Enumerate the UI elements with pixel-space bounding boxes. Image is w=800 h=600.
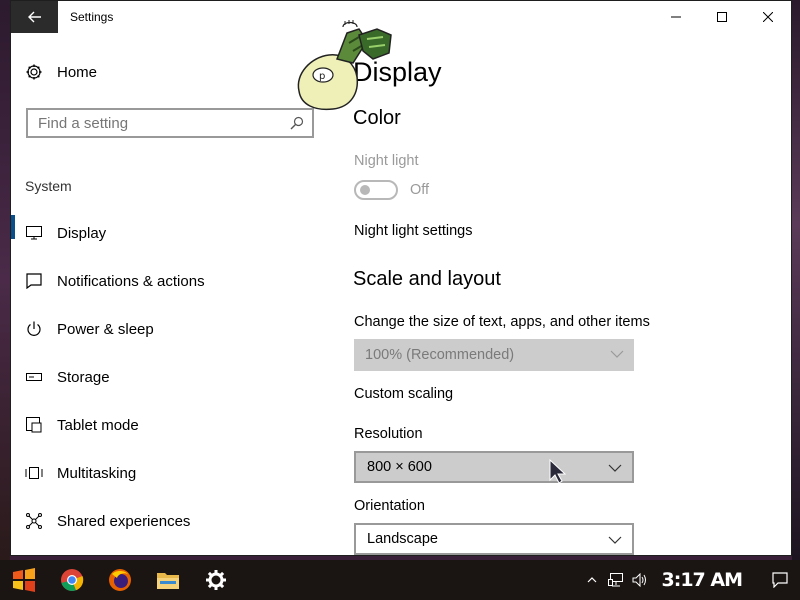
shared-experiences-icon <box>25 512 43 530</box>
main-content: Display Color Night light Off Night ligh… <box>353 33 783 555</box>
chevron-down-icon <box>610 350 624 358</box>
sidebar-item-label: Notifications & actions <box>57 272 205 290</box>
section-label-system: System <box>25 178 72 194</box>
home-link[interactable]: Home <box>25 63 97 81</box>
sidebar: Home System Display <box>11 33 327 555</box>
show-hidden-icons-button[interactable] <box>580 560 604 600</box>
night-light-settings-link[interactable]: Night light settings <box>354 223 472 239</box>
sidebar-item-label: Tablet mode <box>57 416 139 434</box>
window-controls <box>653 1 791 33</box>
minimize-button[interactable] <box>653 1 699 33</box>
action-center-button[interactable] <box>760 560 800 600</box>
close-button[interactable] <box>745 1 791 33</box>
mascot-sticker: p <box>297 20 392 111</box>
back-arrow-icon <box>27 11 41 23</box>
settings-taskbar-button[interactable] <box>192 560 240 600</box>
scale-layout-heading: Scale and layout <box>353 268 501 290</box>
file-explorer-taskbar-button[interactable] <box>144 560 192 600</box>
night-light-toggle-row: Off <box>354 180 429 200</box>
chevron-up-icon <box>587 577 596 583</box>
toggle-knob <box>360 185 370 195</box>
home-label: Home <box>57 63 98 81</box>
orientation-label: Orientation <box>354 498 425 514</box>
chrome-taskbar-button[interactable] <box>48 560 96 600</box>
tablet-icon <box>25 416 43 434</box>
chrome-icon <box>61 569 84 592</box>
chevron-down-icon <box>608 536 622 544</box>
sidebar-item-notifications[interactable]: Notifications & actions <box>11 257 327 305</box>
sidebar-item-shared-experiences[interactable]: Shared experiences <box>11 497 327 545</box>
start-icon <box>13 568 35 592</box>
taskbar: 3:17 AM <box>0 560 800 600</box>
volume-button[interactable] <box>628 560 652 600</box>
storage-icon <box>25 368 43 386</box>
svg-text:p: p <box>319 71 325 82</box>
network-icon <box>607 573 623 587</box>
minimize-icon <box>671 16 681 18</box>
night-light-toggle[interactable] <box>354 180 398 200</box>
multitasking-icon <box>25 464 43 482</box>
search-box[interactable] <box>26 108 314 138</box>
resolution-label: Resolution <box>354 426 423 442</box>
custom-scaling-link[interactable]: Custom scaling <box>354 386 453 402</box>
night-light-label: Night light <box>354 153 419 169</box>
scale-label: Change the size of text, apps, and other… <box>354 314 650 330</box>
power-icon <box>25 320 43 338</box>
maximize-icon <box>717 12 727 22</box>
settings-icon <box>206 570 226 590</box>
sidebar-item-storage[interactable]: Storage <box>11 353 327 401</box>
app-title: Settings <box>70 10 114 24</box>
firefox-taskbar-button[interactable] <box>96 560 144 600</box>
sidebar-item-power-sleep[interactable]: Power & sleep <box>11 305 327 353</box>
network-button[interactable] <box>604 560 628 600</box>
search-input[interactable] <box>38 114 278 132</box>
sidebar-item-label: Shared experiences <box>57 512 191 530</box>
close-icon <box>763 12 773 22</box>
notification-icon <box>25 272 43 290</box>
sidebar-item-tablet-mode[interactable]: Tablet mode <box>11 401 327 449</box>
back-button[interactable] <box>11 1 58 33</box>
orientation-dropdown[interactable]: Landscape <box>354 523 634 555</box>
settings-window: Settings Home Find a setting System Disp… <box>10 0 792 556</box>
orientation-dropdown-value: Landscape <box>367 531 438 547</box>
desktop-wallpaper-left <box>0 0 10 560</box>
mouse-cursor-icon <box>549 458 566 484</box>
sidebar-item-label: Display <box>57 224 107 242</box>
sidebar-item-label: Power & sleep <box>57 320 154 338</box>
nav-list: Display Notifications & actions Power & … <box>11 209 327 545</box>
search-icon[interactable] <box>290 116 304 134</box>
maximize-button[interactable] <box>699 1 745 33</box>
firefox-icon <box>109 569 131 591</box>
desktop-wallpaper-right <box>792 0 800 560</box>
resolution-dropdown-value: 800 × 600 <box>367 459 432 475</box>
taskbar-clock[interactable]: 3:17 AM <box>662 569 743 591</box>
resolution-dropdown[interactable]: 800 × 600 <box>354 451 634 483</box>
sidebar-item-display[interactable]: Display <box>11 209 327 257</box>
scale-dropdown[interactable]: 100% (Recommended) <box>354 339 634 371</box>
sidebar-item-label: Multitasking <box>57 464 137 482</box>
sidebar-item-label: Storage <box>57 368 110 386</box>
night-light-state: Off <box>410 182 430 198</box>
gear-icon <box>26 64 42 80</box>
scale-dropdown-value: 100% (Recommended) <box>365 347 515 363</box>
file-explorer-icon <box>157 573 179 589</box>
action-center-icon <box>772 572 788 588</box>
monitor-icon <box>25 224 43 242</box>
system-tray: 3:17 AM <box>580 560 800 600</box>
sidebar-item-multitasking[interactable]: Multitasking <box>11 449 327 497</box>
volume-icon <box>632 573 646 587</box>
start-button[interactable] <box>0 560 48 600</box>
chevron-down-icon <box>608 464 622 472</box>
